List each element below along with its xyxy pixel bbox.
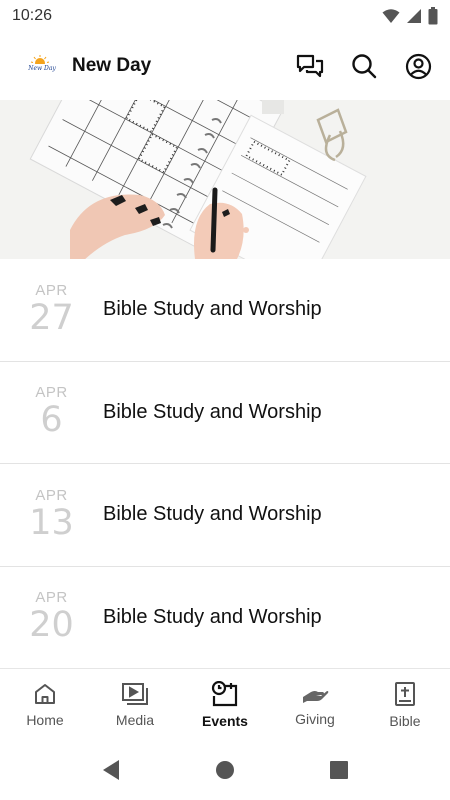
event-month: APR <box>35 281 68 299</box>
status-time: 10:26 <box>12 7 53 24</box>
nav-media[interactable]: Media <box>90 669 180 740</box>
event-date: APR 13 <box>0 486 103 543</box>
list-item[interactable]: APR 6 Bible Study and Worship <box>0 362 450 464</box>
event-day: 6 <box>40 400 63 441</box>
nav-home[interactable]: Home <box>0 669 90 740</box>
giving-icon <box>303 690 329 703</box>
list-item[interactable]: APR 20 Bible Study and Worship <box>0 567 450 669</box>
bible-icon <box>395 681 415 706</box>
event-date: APR 27 <box>0 281 103 338</box>
system-home-button[interactable] <box>213 758 237 782</box>
wifi-icon <box>382 9 400 23</box>
nav-label: Media <box>115 711 155 728</box>
event-list: APR 27 Bible Study and Worship APR 6 Bib… <box>0 259 450 669</box>
nav-giving[interactable]: Giving <box>270 669 360 740</box>
signal-icon <box>407 9 421 23</box>
app-title: New Day <box>72 55 152 76</box>
system-nav-bar <box>0 740 450 800</box>
media-icon <box>122 682 148 705</box>
event-title: Bible Study and Worship <box>103 503 322 526</box>
event-day: 27 <box>29 297 74 338</box>
nav-label: Events <box>202 712 248 729</box>
event-title: Bible Study and Worship <box>103 400 322 423</box>
nav-label: Giving <box>295 710 335 727</box>
account-icon <box>405 53 431 79</box>
status-bar: 10:26 <box>0 0 450 32</box>
bottom-nav: Home Media Events Giving Bible <box>0 668 450 740</box>
church-logo[interactable]: New Day <box>26 54 58 78</box>
home-circle-icon <box>216 761 234 779</box>
app-bar: New Day New Day <box>0 32 450 100</box>
event-month: APR <box>35 589 68 607</box>
list-item[interactable]: APR 27 Bible Study and Worship <box>0 259 450 362</box>
event-title: Bible Study and Worship <box>103 605 322 628</box>
status-icons <box>382 7 438 25</box>
event-title: Bible Study and Worship <box>103 298 322 321</box>
event-date: APR 6 <box>0 384 103 441</box>
back-triangle-icon <box>103 760 119 780</box>
event-month: APR <box>35 486 68 504</box>
messages-button[interactable] <box>296 52 324 80</box>
events-icon <box>211 680 238 706</box>
account-button[interactable] <box>404 52 432 80</box>
nav-label: Home <box>26 711 64 728</box>
event-date: APR 20 <box>0 589 103 646</box>
event-day: 13 <box>29 502 74 543</box>
recents-square-icon <box>330 761 348 779</box>
search-button[interactable] <box>350 52 378 80</box>
battery-icon <box>428 7 438 25</box>
nav-bible[interactable]: Bible <box>360 669 450 740</box>
search-icon <box>352 54 377 79</box>
nav-events[interactable]: Events <box>180 669 270 740</box>
app-bar-actions <box>296 52 432 80</box>
system-back-button[interactable] <box>99 758 123 782</box>
events-hero-image <box>0 100 450 259</box>
chat-icon <box>296 54 324 78</box>
event-month: APR <box>35 384 68 402</box>
list-item[interactable]: APR 13 Bible Study and Worship <box>0 464 450 567</box>
svg-text:New Day: New Day <box>27 65 56 72</box>
system-recents-button[interactable] <box>327 758 351 782</box>
nav-label: Bible <box>389 712 421 729</box>
home-icon <box>35 683 55 704</box>
event-day: 20 <box>29 605 74 646</box>
